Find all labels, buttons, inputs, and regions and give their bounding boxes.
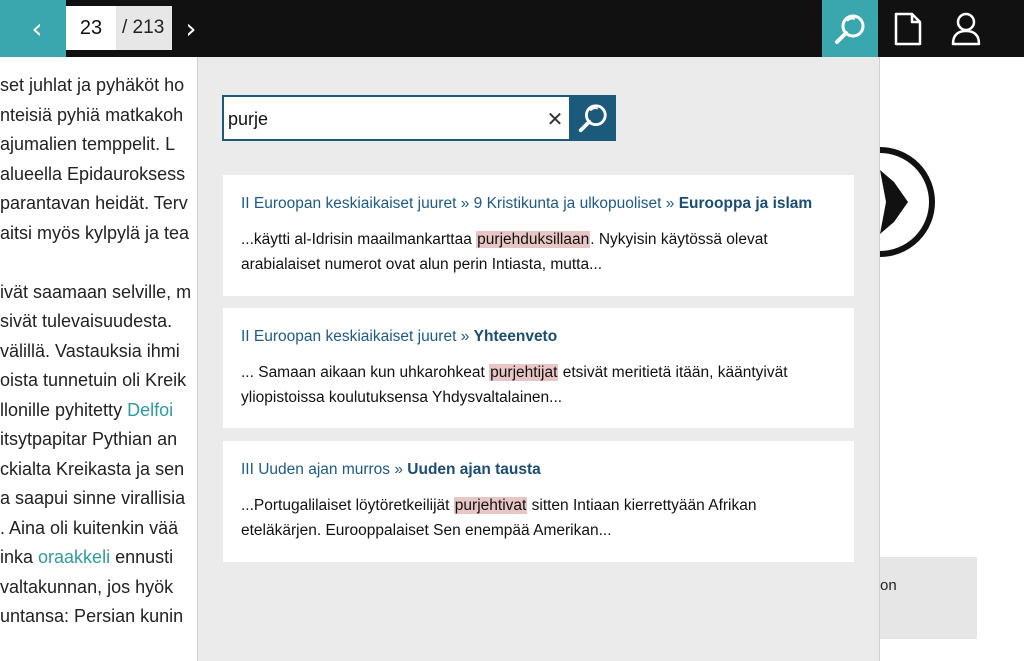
snippet-text: ... Samaan aikaan kun uhkarohkeat	[241, 364, 490, 381]
reading-line-text: sivät tulevaisuudesta.	[0, 311, 173, 331]
reading-line-text: nteisiä pyhiä matkakoh	[0, 104, 184, 125]
user-button[interactable]	[942, 0, 990, 57]
breadcrumb-segment[interactable]: III Uuden ajan murros »	[241, 461, 407, 478]
reading-line: inka oraakkeli ennusti	[0, 542, 173, 572]
next-page-button[interactable]: ›	[176, 0, 206, 57]
reading-content-right: on	[880, 70, 1024, 661]
reading-line: valtakunnan, jos hyök	[0, 572, 173, 602]
reading-line-text: ckialta Kreikasta ja sen	[0, 458, 185, 479]
reading-line-text: oista tunnetuin oli Kreik	[0, 370, 187, 390]
user-icon	[951, 12, 981, 45]
reading-line: ivät saamaan selville, m	[0, 277, 191, 307]
reading-line-text: välillä. Vastauksia ihmi	[0, 340, 180, 361]
result-snippet: ... Samaan aikaan kun uhkarohkeat purjeh…	[241, 360, 836, 410]
reading-line-text: valtakunnan, jos hyök	[0, 576, 174, 597]
illustration-circle-icon	[880, 147, 935, 257]
reading-line-text: a saapui sinne virallisia	[0, 488, 186, 508]
search-icon	[578, 104, 607, 133]
reading-line: alueella Epidauroksess	[0, 159, 185, 189]
total-pages: / 213	[116, 6, 172, 50]
search-panel: ✕ II Euroopan keskiaikaiset juuret » 9 K…	[197, 57, 880, 661]
reading-line: parantavan heidät. Terv	[0, 188, 188, 218]
reading-line-text: aitsi myös kylpylä ja tea	[0, 222, 190, 243]
result-breadcrumb[interactable]: II Euroopan keskiaikaiset juuret » 9 Kri…	[241, 195, 836, 213]
breadcrumb-segment[interactable]: 9 Kristikunta ja ulkopuoliset »	[474, 195, 679, 212]
reading-link[interactable]: oraakkeli	[38, 547, 110, 567]
reading-line-text: inka	[0, 547, 39, 567]
search-submit-button[interactable]	[569, 95, 616, 141]
search-icon	[835, 14, 865, 44]
clear-search-button[interactable]: ✕	[542, 105, 568, 133]
reading-line: . Aina oli kuitenkin vää	[0, 513, 178, 543]
reading-line: sivät tulevaisuudesta.	[0, 306, 172, 336]
search-toggle-button[interactable]	[822, 0, 878, 57]
reading-line: llonille pyhitetty Delfoi	[0, 395, 173, 425]
reading-line: a saapui sinne virallisia	[0, 483, 185, 513]
reading-line: untansa: Persian kunin	[0, 601, 183, 631]
reading-line-text: itsytpapitar Pythian an	[0, 429, 178, 449]
result-snippet: ...käytti al-Idrisin maailmankarttaa pur…	[241, 227, 836, 277]
reading-line: ajumalien temppelit. L	[0, 129, 175, 159]
document-button[interactable]	[886, 0, 930, 57]
breadcrumb-segment[interactable]: II Euroopan keskiaikaiset juuret »	[241, 195, 474, 212]
match-highlight: purjehtivat	[453, 497, 528, 514]
result-title[interactable]: Yhteenveto	[474, 328, 558, 345]
reading-line-text: ennusti	[110, 547, 174, 567]
reading-line-text: . Aina oli kuitenkin vää	[0, 517, 179, 538]
top-toolbar: ‹ / 213 ›	[0, 0, 1024, 57]
reading-line-text: set juhlat ja pyhäköt ho	[0, 75, 185, 95]
match-highlight: purjehduksillaan	[476, 231, 591, 248]
reading-line: nteisiä pyhiä matkakoh	[0, 100, 183, 130]
reading-content: set juhlat ja pyhäköt ho nteisiä pyhiä ma…	[0, 70, 200, 661]
reading-line: aitsi myös kylpylä ja tea	[0, 218, 189, 248]
search-result[interactable]: II Euroopan keskiaikaiset juuret » Yhtee…	[223, 308, 854, 428]
result-snippet: ...Portugalilaiset löytöretkeilijät purj…	[241, 493, 836, 543]
result-breadcrumb[interactable]: II Euroopan keskiaikaiset juuret » Yhtee…	[241, 328, 836, 346]
search-field: ✕	[222, 95, 569, 141]
info-box-text: on	[880, 577, 897, 594]
current-page-input[interactable]	[66, 6, 116, 50]
snippet-text: ...Portugalilaiset löytöretkeilijät	[241, 497, 454, 514]
snippet-text: ...käytti al-Idrisin maailmankarttaa	[241, 231, 477, 248]
reading-line-text: parantavan heidät. Terv	[0, 193, 188, 213]
reading-line: set juhlat ja pyhäköt ho	[0, 70, 184, 100]
breadcrumb-segment[interactable]: II Euroopan keskiaikaiset juuret »	[241, 328, 474, 345]
toolbar-accent	[0, 0, 8, 57]
previous-page-button[interactable]: ‹	[8, 0, 66, 57]
reading-line-text: alueella Epidauroksess	[0, 163, 186, 184]
document-icon	[894, 12, 922, 45]
result-breadcrumb[interactable]: III Uuden ajan murros » Uuden ajan taust…	[241, 461, 836, 479]
result-title[interactable]: Eurooppa ja islam	[679, 195, 813, 212]
search-input[interactable]	[228, 105, 528, 133]
reading-line-text: untansa: Persian kunin	[0, 606, 184, 626]
reading-line-text: ivät saamaan selville, m	[0, 281, 192, 302]
reading-link[interactable]: Delfoi	[127, 400, 173, 420]
reading-line-text: llonille pyhitetty	[0, 399, 128, 420]
reading-line: ckialta Kreikasta ja sen	[0, 454, 184, 484]
match-highlight: purjehtijat	[489, 364, 559, 381]
info-box	[880, 557, 977, 639]
reading-line: välillä. Vastauksia ihmi	[0, 336, 180, 366]
reading-line-text: ajumalien temppelit. L	[0, 134, 176, 154]
reading-line: itsytpapitar Pythian an	[0, 424, 177, 454]
search-result[interactable]: II Euroopan keskiaikaiset juuret » 9 Kri…	[223, 175, 854, 296]
search-result[interactable]: III Uuden ajan murros » Uuden ajan taust…	[223, 441, 854, 562]
page-navigator: / 213	[66, 6, 172, 50]
reading-line: oista tunnetuin oli Kreik	[0, 365, 186, 395]
result-title[interactable]: Uuden ajan tausta	[407, 461, 541, 478]
